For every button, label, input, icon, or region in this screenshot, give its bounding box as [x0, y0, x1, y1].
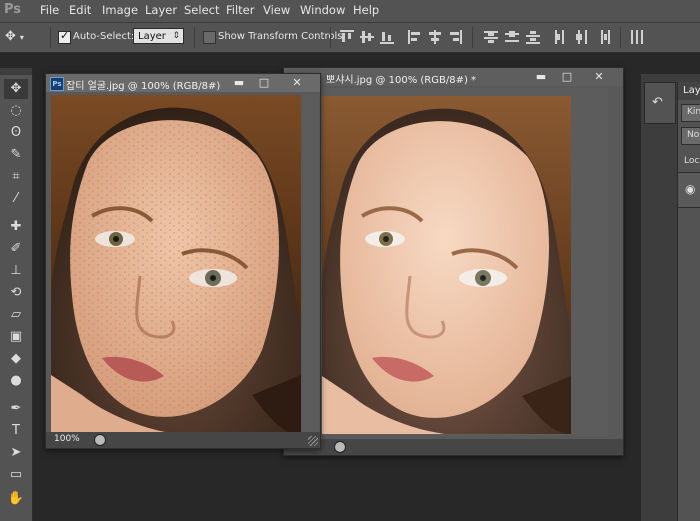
healing-brush-tool-icon[interactable]: ✚: [4, 217, 28, 237]
show-transform-label: Show Transform Controls: [218, 31, 343, 42]
zoom-level[interactable]: 100%: [54, 434, 80, 444]
align-right-icon[interactable]: [448, 30, 462, 44]
kind-filter-label: Kin: [687, 107, 700, 117]
align-horizontal-center-icon[interactable]: [428, 30, 442, 44]
document-title-bar[interactable]: Ps 잡티 얼굴.jpg @ 100% (RGB/8#) ▬ □ ✕: [46, 74, 320, 92]
path-selection-tool-icon[interactable]: ➤: [4, 443, 28, 463]
auto-select-checkbox[interactable]: [58, 29, 71, 44]
close-icon[interactable]: ✕: [284, 74, 310, 91]
eraser-tool-icon[interactable]: ▱: [4, 305, 28, 325]
tools-panel: ✥ ◌ ʘ ✎ ⌗ ⁄ ✚ ✐ ⊥ ⟲ ▱ ▣ ◆ ● ✒ T ➤ ▭ ✋: [0, 75, 33, 521]
document-title: 뽀샤시.jpg @ 100% (RGB/8#) *: [326, 75, 477, 86]
minimize-icon[interactable]: ▬: [226, 74, 252, 91]
rectangle-tool-icon[interactable]: ▭: [4, 465, 28, 485]
maximize-icon[interactable]: □: [554, 68, 580, 85]
show-transform-checkbox[interactable]: [203, 31, 216, 44]
eyedropper-tool-icon[interactable]: ⁄: [4, 189, 28, 209]
status-bar: [284, 439, 623, 455]
blend-mode-dropdown[interactable]: Nor: [681, 127, 700, 145]
portrait-original-image[interactable]: [51, 95, 301, 435]
toolbar-grip[interactable]: [0, 68, 32, 75]
menu-edit[interactable]: Edit: [69, 3, 91, 17]
history-panel-button[interactable]: ↶: [644, 82, 676, 124]
photoshop-document-icon: Ps: [50, 77, 64, 91]
quick-selection-tool-icon[interactable]: ✎: [4, 145, 28, 165]
align-vertical-center-icon[interactable]: [360, 30, 374, 44]
menu-layer[interactable]: Layer: [145, 3, 177, 17]
move-tool-preset-icon[interactable]: ✥ ▾: [5, 29, 31, 46]
close-icon[interactable]: ✕: [586, 68, 612, 85]
marquee-tool-icon[interactable]: ◌: [4, 101, 28, 121]
align-top-icon[interactable]: [340, 30, 354, 44]
history-brush-tool-icon[interactable]: ⟲: [4, 283, 28, 303]
move-tool-icon[interactable]: ✥: [4, 79, 28, 99]
pen-tool-icon[interactable]: ✒: [4, 399, 28, 419]
options-bar: ✥▾ Auto-Select: Layer Show Transform Con…: [0, 23, 700, 53]
distribute-vertical-center-icon[interactable]: [505, 30, 519, 44]
distribute-right-icon[interactable]: [596, 30, 610, 44]
dodge-tool-icon[interactable]: ●: [4, 371, 28, 391]
lasso-tool-icon[interactable]: ʘ: [4, 123, 28, 143]
layers-tab-label: Laye: [683, 85, 700, 96]
menu-image[interactable]: Image: [102, 3, 138, 17]
kind-filter-dropdown[interactable]: Kin: [681, 104, 700, 122]
distribute-bottom-icon[interactable]: [526, 30, 540, 44]
crop-tool-icon[interactable]: ⌗: [4, 167, 28, 187]
history-icon: ↶: [652, 95, 663, 110]
brush-tool-icon[interactable]: ✐: [4, 239, 28, 259]
status-menu-icon[interactable]: [334, 441, 346, 453]
auto-select-target-dropdown[interactable]: Layer: [133, 28, 184, 44]
divider: [330, 27, 331, 48]
layers-tab[interactable]: Laye: [678, 82, 700, 100]
divider: [472, 27, 473, 48]
menu-window[interactable]: Window: [300, 3, 345, 17]
maximize-icon[interactable]: □: [251, 74, 277, 91]
status-menu-icon[interactable]: [94, 434, 106, 446]
visibility-eye-icon[interactable]: ◉: [685, 182, 695, 196]
type-tool-icon[interactable]: T: [4, 421, 28, 441]
divider: [194, 27, 195, 48]
blend-mode-label: Nor: [687, 130, 700, 140]
photoshop-logo: Ps: [4, 2, 22, 17]
divider: [50, 27, 51, 48]
resize-grip[interactable]: [308, 436, 318, 446]
clone-stamp-tool-icon[interactable]: ⊥: [4, 261, 28, 281]
menu-bar: Ps File Edit Image Layer Select Filter V…: [0, 0, 700, 23]
lock-label: Lock: [684, 156, 700, 166]
menu-help[interactable]: Help: [353, 3, 379, 17]
menu-file[interactable]: File: [40, 3, 59, 17]
gradient-tool-icon[interactable]: ▣: [4, 327, 28, 347]
menu-view[interactable]: View: [263, 3, 290, 17]
menu-filter[interactable]: Filter: [226, 3, 254, 17]
document-window-1: Ps 잡티 얼굴.jpg @ 100% (RGB/8#) ▬ □ ✕ 100%: [45, 73, 321, 449]
portrait-retouched-image[interactable]: [322, 96, 571, 434]
document-title: 잡티 얼굴.jpg @ 100% (RGB/8#): [66, 81, 221, 92]
distribute-left-icon[interactable]: [554, 30, 568, 44]
distribute-horizontal-center-icon[interactable]: [575, 30, 589, 44]
menu-select[interactable]: Select: [184, 3, 219, 17]
minimize-icon[interactable]: ▬: [528, 68, 554, 85]
layers-panel: Laye Kin Nor Lock ◉: [677, 82, 700, 521]
align-bottom-icon[interactable]: [380, 30, 394, 44]
document-window-2: 뽀샤시.jpg @ 100% (RGB/8#) * ▬ □ ✕: [283, 67, 624, 456]
document-title-bar[interactable]: 뽀샤시.jpg @ 100% (RGB/8#) * ▬ □ ✕: [284, 68, 623, 86]
auto-select-label: Auto-Select:: [73, 31, 135, 42]
layer-row[interactable]: ◉: [678, 172, 700, 208]
align-left-icon[interactable]: [408, 30, 422, 44]
blur-tool-icon[interactable]: ◆: [4, 349, 28, 369]
distribute-top-icon[interactable]: [484, 30, 498, 44]
hand-tool-icon[interactable]: ✋: [4, 489, 28, 509]
status-bar: 100%: [46, 432, 320, 448]
canvas-area: [303, 95, 319, 432]
divider: [620, 27, 621, 48]
auto-align-layers-icon[interactable]: [630, 30, 644, 44]
